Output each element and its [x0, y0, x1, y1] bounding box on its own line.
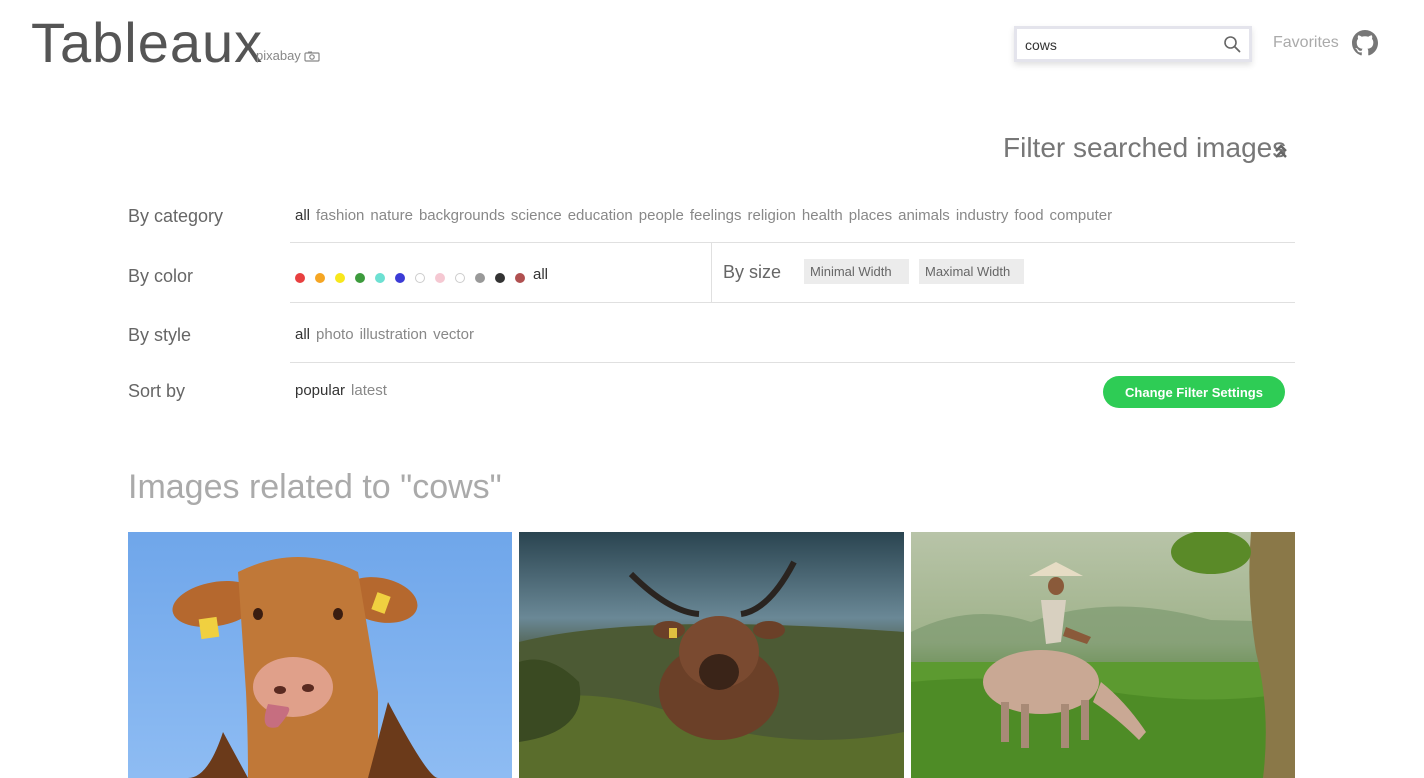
- category-options: all fashion nature backgrounds science educat…: [295, 207, 1118, 224]
- color-swatch[interactable]: [475, 272, 485, 283]
- style-options: all photo illustration vector: [295, 326, 480, 343]
- color-all-option[interactable]: all: [533, 266, 548, 283]
- category-option-health[interactable]: health: [802, 207, 843, 224]
- color-swatch[interactable]: [455, 272, 465, 283]
- filter-toggle-title[interactable]: Filter searched images: [1003, 132, 1286, 164]
- category-option-places[interactable]: places: [849, 207, 892, 224]
- color-swatch[interactable]: [495, 272, 505, 283]
- max-width-input[interactable]: [919, 259, 1024, 284]
- image-thumbnail[interactable]: [128, 532, 512, 778]
- style-option-all[interactable]: all: [295, 326, 310, 343]
- category-option-feelings[interactable]: feelings: [690, 207, 742, 224]
- category-option-all[interactable]: all: [295, 207, 310, 224]
- category-option-people[interactable]: people: [639, 207, 684, 224]
- category-option-animals[interactable]: animals: [898, 207, 950, 224]
- style-option-vector[interactable]: vector: [433, 326, 474, 343]
- color-swatch[interactable]: [315, 272, 325, 283]
- sort-option-latest[interactable]: latest: [351, 382, 387, 399]
- image-thumbnail[interactable]: [519, 532, 904, 778]
- category-label: By category: [128, 206, 224, 226]
- divider: [290, 242, 1295, 243]
- logo-subtitle: pixabay: [256, 48, 321, 63]
- results-title: Images related to "cows": [128, 468, 502, 506]
- category-option-science[interactable]: science: [511, 207, 562, 224]
- sort-label: Sort by: [128, 381, 186, 401]
- color-swatch[interactable]: [395, 272, 405, 283]
- color-swatch[interactable]: [375, 272, 385, 283]
- image-thumbnail[interactable]: [911, 532, 1295, 778]
- app-logo[interactable]: Tableaux: [31, 10, 263, 75]
- color-swatches: [295, 269, 535, 283]
- github-icon[interactable]: [1352, 30, 1378, 56]
- category-option-education[interactable]: education: [568, 207, 633, 224]
- search-box: [1014, 26, 1252, 62]
- category-option-backgrounds[interactable]: backgrounds: [419, 207, 505, 224]
- color-swatch[interactable]: [355, 272, 365, 283]
- color-swatch[interactable]: [435, 272, 445, 283]
- chevron-double-up-icon[interactable]: [1273, 142, 1289, 160]
- divider: [290, 362, 1295, 363]
- category-option-fashion[interactable]: fashion: [316, 207, 364, 224]
- sort-options: popular latest: [295, 382, 393, 399]
- min-width-input[interactable]: [804, 259, 909, 284]
- change-filter-settings-button[interactable]: Change Filter Settings: [1103, 376, 1285, 408]
- color-swatch[interactable]: [515, 272, 525, 283]
- style-label: By style: [128, 325, 192, 345]
- style-option-illustration[interactable]: illustration: [360, 326, 428, 343]
- category-option-religion[interactable]: religion: [748, 207, 796, 224]
- style-option-photo[interactable]: photo: [316, 326, 354, 343]
- category-option-nature[interactable]: nature: [370, 207, 413, 224]
- category-option-food[interactable]: food: [1014, 207, 1043, 224]
- highland-cow-photo: [519, 532, 904, 778]
- divider: [711, 243, 712, 302]
- sort-option-popular[interactable]: popular: [295, 382, 345, 399]
- favorites-link[interactable]: Favorites: [1273, 34, 1339, 52]
- size-label: By size: [723, 262, 782, 282]
- buffalo-farmer-photo: [911, 532, 1295, 778]
- color-swatch[interactable]: [295, 272, 305, 283]
- color-label: By color: [128, 266, 194, 286]
- pixabay-label: pixabay: [256, 48, 301, 63]
- camera-icon: [304, 51, 321, 62]
- search-icon[interactable]: [1223, 35, 1241, 53]
- category-option-industry[interactable]: industry: [956, 207, 1009, 224]
- divider: [290, 302, 1295, 303]
- search-input[interactable]: [1023, 33, 1225, 57]
- color-swatch[interactable]: [335, 272, 345, 283]
- color-swatch[interactable]: [415, 272, 425, 283]
- cow-photo: [128, 532, 512, 778]
- category-option-computer[interactable]: computer: [1050, 207, 1113, 224]
